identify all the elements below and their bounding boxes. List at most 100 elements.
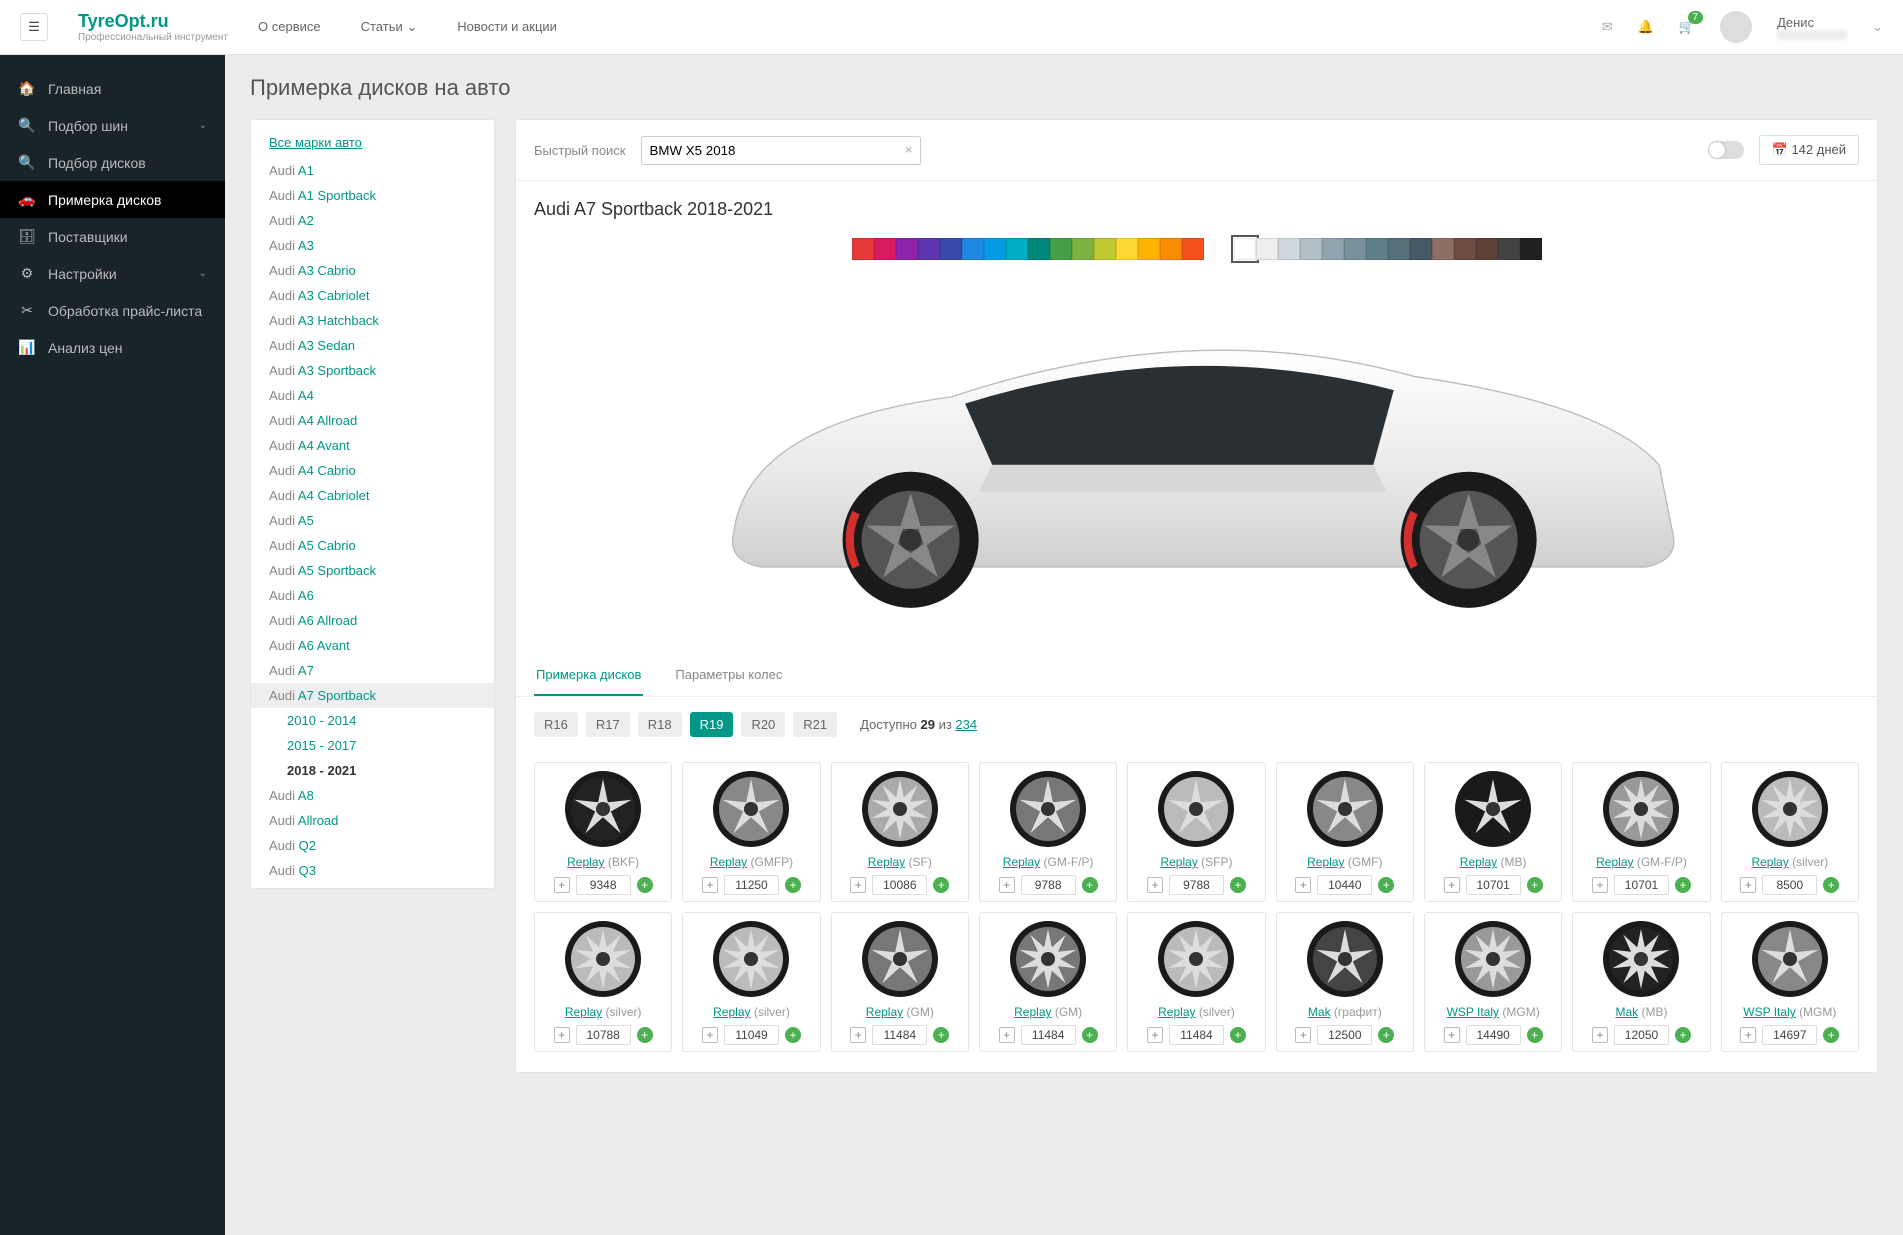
sidebar-Главная[interactable]: 🏠Главная — [0, 70, 225, 107]
size-button[interactable]: R17 — [586, 712, 630, 737]
color-swatch[interactable] — [1454, 238, 1476, 260]
wheel-card[interactable]: Replay (GMF)+10440+ — [1276, 762, 1414, 902]
add-icon[interactable]: + — [1823, 877, 1839, 893]
model-item[interactable]: Audi A7 — [251, 658, 494, 683]
wheel-brand[interactable]: Replay — [1307, 855, 1344, 869]
wheel-card[interactable]: Mak (графит)+12500+ — [1276, 912, 1414, 1052]
model-item[interactable]: Audi A3 Cabrio — [251, 258, 494, 283]
color-swatch[interactable] — [1432, 238, 1454, 260]
wheel-card[interactable]: Mak (MB)+12050+ — [1572, 912, 1710, 1052]
color-swatch[interactable] — [1476, 238, 1498, 260]
add-icon[interactable]: + — [1378, 1027, 1394, 1043]
expand-icon[interactable]: + — [1147, 1027, 1163, 1043]
tab[interactable]: Примерка дисков — [534, 655, 643, 696]
expand-icon[interactable]: + — [999, 1027, 1015, 1043]
color-swatch[interactable] — [1322, 238, 1344, 260]
toggle[interactable] — [1708, 141, 1744, 159]
color-swatch[interactable] — [1160, 238, 1182, 260]
color-swatch[interactable] — [962, 238, 984, 260]
add-icon[interactable]: + — [1230, 877, 1246, 893]
add-icon[interactable]: + — [1082, 1027, 1098, 1043]
color-swatch[interactable] — [874, 238, 896, 260]
add-icon[interactable]: + — [637, 877, 653, 893]
color-swatch[interactable] — [896, 238, 918, 260]
color-swatch[interactable] — [1344, 238, 1366, 260]
add-icon[interactable]: + — [1082, 877, 1098, 893]
color-swatch[interactable] — [1388, 238, 1410, 260]
color-swatch[interactable] — [1006, 238, 1028, 260]
wheel-brand[interactable]: Mak — [1308, 1005, 1331, 1019]
expand-icon[interactable]: + — [1444, 877, 1460, 893]
wheel-brand[interactable]: Replay — [1160, 855, 1197, 869]
add-icon[interactable]: + — [1527, 877, 1543, 893]
color-swatch[interactable] — [1520, 238, 1542, 260]
add-icon[interactable]: + — [1527, 1027, 1543, 1043]
model-item[interactable]: Audi A4 Allroad — [251, 408, 494, 433]
avatar[interactable] — [1720, 11, 1752, 43]
add-icon[interactable]: + — [933, 1027, 949, 1043]
sidebar-Примерка дисков[interactable]: 🚗Примерка дисков — [0, 181, 225, 218]
model-item[interactable]: Audi A6 Avant — [251, 633, 494, 658]
sidebar-Анализ цен[interactable]: 📊Анализ цен — [0, 329, 225, 366]
expand-icon[interactable]: + — [850, 877, 866, 893]
days-badge[interactable]: 📅 142 дней — [1759, 135, 1859, 165]
sidebar-Поставщики[interactable]: 🗄Поставщики — [0, 218, 225, 255]
wheel-card[interactable]: Replay (silver)+10788+ — [534, 912, 672, 1052]
wheel-brand[interactable]: Replay — [1003, 855, 1040, 869]
color-swatch[interactable] — [1498, 238, 1520, 260]
expand-icon[interactable]: + — [1740, 1027, 1756, 1043]
model-item[interactable]: Audi Allroad — [251, 808, 494, 833]
add-icon[interactable]: + — [1378, 877, 1394, 893]
model-item[interactable]: Audi A3 — [251, 233, 494, 258]
model-item[interactable]: Audi A7 Sportback — [251, 683, 494, 708]
wheel-card[interactable]: Replay (silver)+8500+ — [1721, 762, 1859, 902]
expand-icon[interactable]: + — [1592, 877, 1608, 893]
wheel-card[interactable]: Replay (BKF)+9348+ — [534, 762, 672, 902]
wheel-card[interactable]: Replay (GMFP)+11250+ — [682, 762, 820, 902]
expand-icon[interactable]: + — [1740, 877, 1756, 893]
model-item[interactable]: Audi Q3 — [251, 858, 494, 883]
wheel-card[interactable]: Replay (GM)+11484+ — [831, 912, 969, 1052]
model-item[interactable]: Audi Q2 — [251, 833, 494, 858]
color-swatch[interactable] — [1094, 238, 1116, 260]
wheel-card[interactable]: Replay (MB)+10701+ — [1424, 762, 1562, 902]
year-item[interactable]: 2018 - 2021 — [251, 758, 494, 783]
wheel-brand[interactable]: Replay — [565, 1005, 602, 1019]
expand-icon[interactable]: + — [1295, 877, 1311, 893]
wheel-brand[interactable]: Replay — [567, 855, 604, 869]
wheel-card[interactable]: Replay (GM-F/P)+10701+ — [1572, 762, 1710, 902]
add-icon[interactable]: + — [1230, 1027, 1246, 1043]
model-item[interactable]: Audi A5 Cabrio — [251, 533, 494, 558]
add-icon[interactable]: + — [1675, 1027, 1691, 1043]
color-swatch[interactable] — [1028, 238, 1050, 260]
model-item[interactable]: Audi A2 — [251, 208, 494, 233]
model-item[interactable]: Audi A5 — [251, 508, 494, 533]
model-item[interactable]: Audi A3 Cabriolet — [251, 283, 494, 308]
wheel-brand[interactable]: Replay — [1158, 1005, 1195, 1019]
search-input[interactable] — [641, 136, 921, 165]
wheel-brand[interactable]: Replay — [868, 855, 905, 869]
wheel-card[interactable]: WSP Italy (MGM)+14697+ — [1721, 912, 1859, 1052]
model-item[interactable]: Audi A3 Hatchback — [251, 308, 494, 333]
nav-0[interactable]: О сервисе — [258, 19, 321, 35]
size-button[interactable]: R21 — [793, 712, 837, 737]
wheel-brand[interactable]: Replay — [1014, 1005, 1051, 1019]
sidebar-Подбор шин[interactable]: 🔍Подбор шин⌄ — [0, 107, 225, 144]
color-swatch[interactable] — [1116, 238, 1138, 260]
model-item[interactable]: Audi A4 Cabriolet — [251, 483, 494, 508]
model-item[interactable]: Audi A6 Allroad — [251, 608, 494, 633]
sidebar-Обработка прайс-листа[interactable]: ✂Обработка прайс-листа — [0, 292, 225, 329]
size-button[interactable]: R18 — [638, 712, 682, 737]
size-button[interactable]: R16 — [534, 712, 578, 737]
add-icon[interactable]: + — [1675, 877, 1691, 893]
model-item[interactable]: Audi A8 — [251, 783, 494, 808]
size-button[interactable]: R19 — [690, 712, 734, 737]
color-swatch[interactable] — [1072, 238, 1094, 260]
sidebar-Настройки[interactable]: ⚙Настройки⌄ — [0, 255, 225, 292]
expand-icon[interactable]: + — [702, 877, 718, 893]
add-icon[interactable]: + — [637, 1027, 653, 1043]
model-item[interactable]: Audi A1 — [251, 158, 494, 183]
wheel-card[interactable]: WSP Italy (MGM)+14490+ — [1424, 912, 1562, 1052]
wheel-brand[interactable]: Replay — [1596, 855, 1633, 869]
color-swatch[interactable] — [1410, 238, 1432, 260]
